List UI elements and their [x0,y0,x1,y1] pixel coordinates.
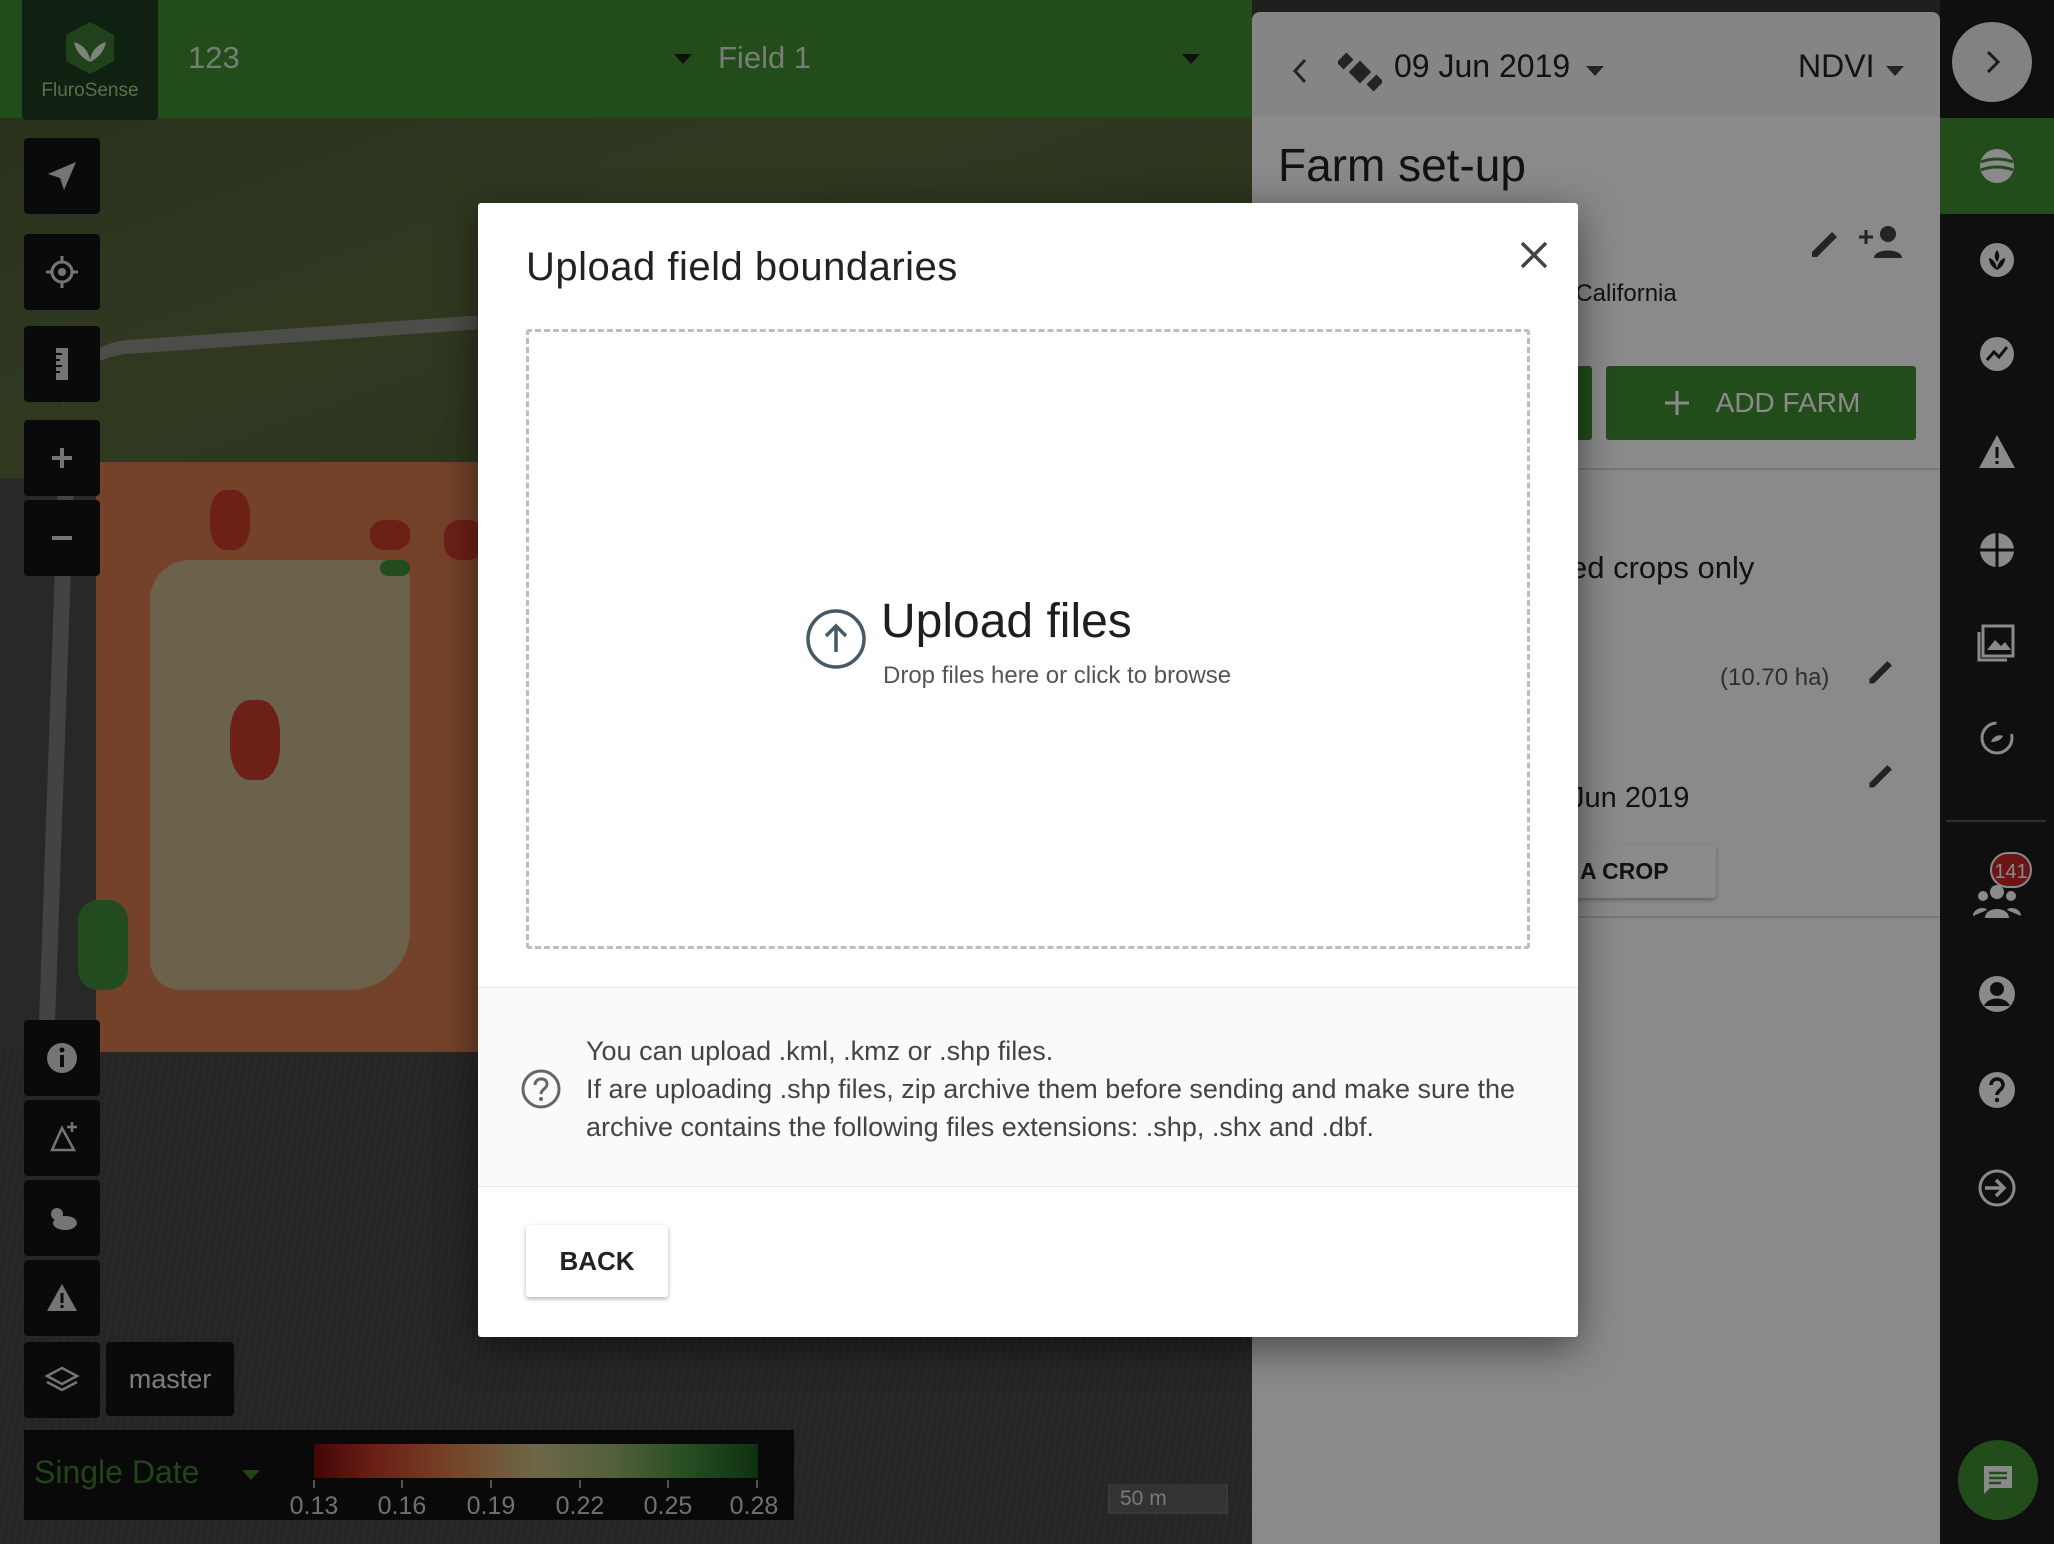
back-button[interactable]: BACK [526,1225,668,1297]
upload-boundaries-dialog: Upload field boundaries Upload files Dro… [478,203,1578,1337]
info-line: If are uploading .shp files, zip archive… [586,1074,1516,1142]
info-line: You can upload .kml, .kmz or .shp files. [586,1036,1054,1066]
upload-files-title: Upload files [881,595,1132,648]
file-drop-zone[interactable]: Upload files Drop files here or click to… [526,329,1530,949]
help-circle-icon [521,1069,561,1109]
close-icon[interactable] [1512,233,1556,277]
upload-files-hint: Drop files here or click to browse [883,662,1232,689]
dialog-title: Upload field boundaries [526,245,958,289]
file-format-info: You can upload .kml, .kmz or .shp files.… [478,987,1578,1187]
upload-arrow-icon [806,609,866,669]
file-format-text: You can upload .kml, .kmz or .shp files.… [586,1032,1546,1146]
